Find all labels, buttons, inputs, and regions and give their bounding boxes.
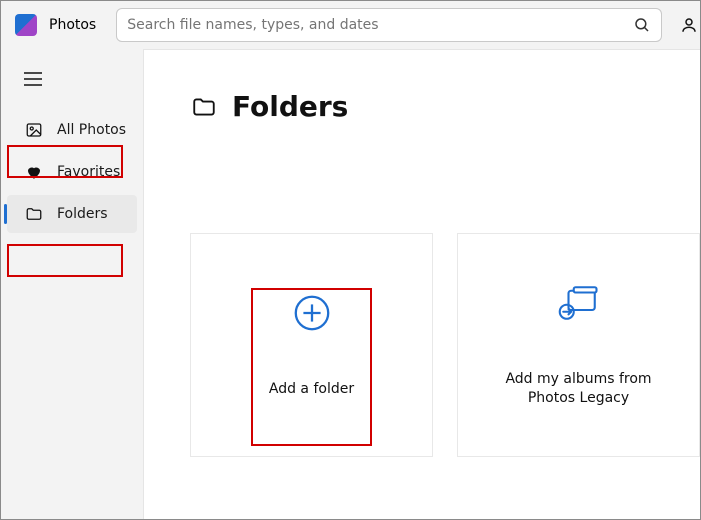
page-title: Folders — [232, 90, 348, 123]
resize-handle-icon[interactable] — [143, 274, 144, 292]
folder-icon — [190, 94, 218, 120]
annotation-box-folders — [7, 244, 123, 277]
tiles-row: Add a folder Add my albums from Photos L… — [190, 233, 700, 457]
sidebar-item-favorites[interactable]: Favorites — [7, 153, 137, 191]
app-title: Photos — [49, 17, 96, 33]
sidebar: All Photos Favorites Folders — [1, 49, 143, 519]
hamburger-button[interactable] — [13, 61, 53, 97]
search-field[interactable] — [116, 8, 662, 42]
search-input[interactable] — [127, 17, 633, 33]
tile-label: Add a folder — [269, 380, 354, 399]
import-albums-icon — [558, 282, 600, 324]
sidebar-item-all-photos[interactable]: All Photos — [7, 111, 137, 149]
photos-app-icon — [15, 14, 37, 36]
search-icon[interactable] — [633, 16, 651, 34]
sidebar-item-label: Folders — [57, 206, 108, 222]
person-icon — [680, 16, 698, 34]
hamburger-icon — [24, 72, 42, 86]
profile-button[interactable] — [678, 16, 700, 34]
sidebar-item-label: Favorites — [57, 164, 120, 180]
image-icon — [25, 121, 43, 139]
app-body: All Photos Favorites Folders Fo — [1, 49, 700, 519]
sidebar-item-label: All Photos — [57, 122, 126, 138]
tile-label: Add my albums from Photos Legacy — [505, 370, 651, 408]
folder-icon — [25, 205, 43, 223]
app-window: Photos All Photos — [0, 0, 701, 520]
plus-circle-icon — [291, 292, 333, 334]
titlebar: Photos — [1, 1, 700, 49]
heart-icon — [25, 163, 43, 181]
add-folder-tile[interactable]: Add a folder — [190, 233, 433, 457]
main-content: Folders Add a folder Add my albums from — [143, 49, 700, 519]
page-heading: Folders — [190, 90, 700, 123]
add-legacy-albums-tile[interactable]: Add my albums from Photos Legacy — [457, 233, 700, 457]
sidebar-item-folders[interactable]: Folders — [7, 195, 137, 233]
